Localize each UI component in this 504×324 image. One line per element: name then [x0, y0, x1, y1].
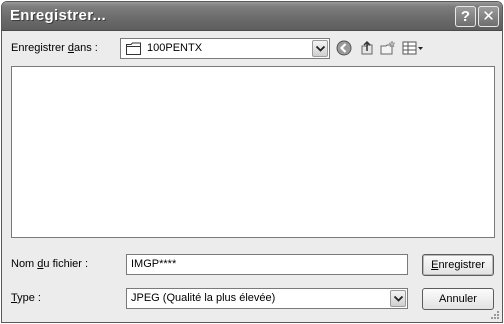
file-type-select[interactable]: JPEG (Qualité la plus élevée): [126, 288, 408, 309]
close-icon: ✕: [482, 8, 495, 25]
title-bar[interactable]: Enregistrer... ? ✕: [2, 2, 502, 31]
save-dialog: Enregistrer... ? ✕ Enregistrer dans : 10…: [1, 1, 503, 323]
save-in-dropdown-button[interactable]: [312, 40, 328, 57]
save-in-folder-value: 100PENTX: [147, 42, 203, 54]
back-icon[interactable]: [336, 40, 352, 56]
save-in-folder-select[interactable]: 100PENTX: [120, 38, 330, 59]
save-in-label: Enregistrer dans :: [11, 42, 98, 54]
file-type-label: Type :: [11, 292, 41, 304]
filename-value: IMGP****: [131, 258, 177, 270]
cancel-button[interactable]: Annuler: [422, 288, 494, 310]
file-type-value: JPEG (Qualité la plus élevée): [131, 292, 276, 304]
chevron-down-icon: [316, 46, 325, 52]
new-folder-icon[interactable]: [380, 40, 396, 56]
help-button[interactable]: ?: [455, 6, 476, 27]
resize-grip-icon[interactable]: [488, 308, 500, 320]
filename-input[interactable]: IMGP****: [126, 254, 408, 275]
view-menu-icon[interactable]: [402, 40, 424, 56]
save-button[interactable]: Enregistrer: [422, 254, 494, 276]
filename-label: Nom du fichier :: [11, 258, 89, 270]
dialog-title: Enregistrer...: [10, 7, 106, 24]
file-list-area[interactable]: [11, 66, 495, 238]
folder-icon: [126, 42, 141, 55]
close-button[interactable]: ✕: [478, 6, 499, 27]
file-type-dropdown-button[interactable]: [390, 290, 406, 307]
help-icon: ?: [460, 8, 471, 25]
chevron-down-icon: [394, 296, 403, 302]
up-folder-icon[interactable]: [359, 40, 375, 56]
